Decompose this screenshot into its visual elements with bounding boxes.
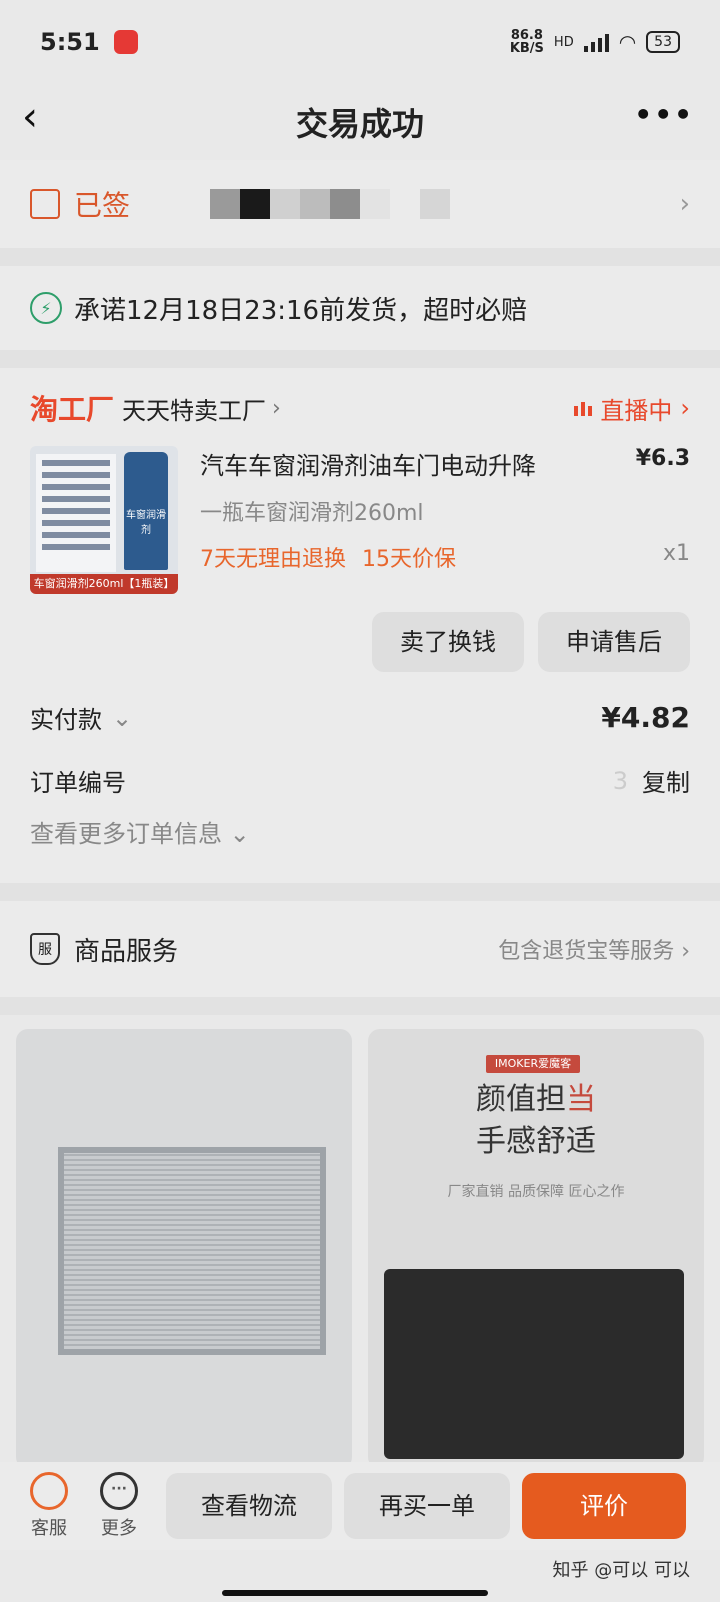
price-protect-badge: 15天价保 — [362, 547, 456, 572]
nav-bar: ‹ 交易成功 ••• — [0, 84, 720, 160]
product-box-image — [384, 1269, 684, 1459]
product-name[interactable]: 汽车车窗润滑剂油车门电动升降 — [200, 446, 636, 481]
customer-service-icon — [30, 1472, 68, 1510]
divider — [0, 883, 720, 901]
live-badge[interactable]: 直播中 › — [574, 391, 690, 426]
chevron-right-icon: › — [679, 189, 690, 219]
hd-indicator: HD — [553, 34, 574, 50]
live-icon — [574, 400, 593, 416]
order-number-tail: 3 — [612, 766, 628, 795]
status-right: 86.8 KB/S HD ◠ 53 — [510, 29, 680, 55]
product-label-sheet — [36, 454, 116, 572]
customer-service-button[interactable]: 客服 — [14, 1472, 84, 1540]
service-title: 商品服务 — [74, 936, 179, 967]
shield-icon: 服 — [30, 933, 60, 965]
payment-row[interactable]: 实付款 ⌄ ¥4.82 — [30, 700, 690, 735]
divider — [0, 248, 720, 266]
after-sale-button[interactable]: 申请售后 — [538, 612, 690, 672]
lightning-icon: ⚡ — [30, 292, 62, 324]
watermark: 知乎 @可以 可以 — [552, 1560, 690, 1581]
ad-subtitle: 厂家直销 品质保障 匠心之作 — [447, 1184, 625, 1200]
service-link[interactable]: 包含退货宝等服务 › — [498, 933, 690, 965]
sell-button[interactable]: 卖了换钱 — [372, 612, 524, 672]
more-dots-icon: ··· — [100, 1472, 138, 1510]
product-thumbnail[interactable]: 车窗润滑剂 车窗润滑剂260ml【1瓶装】 — [30, 446, 178, 594]
rebuy-button[interactable]: 再买一单 — [344, 1473, 510, 1539]
delivery-status: 已签 — [74, 189, 131, 222]
delivery-status-row[interactable]: 已签 › — [0, 160, 720, 248]
product-spec: 一瓶车窗润滑剂260ml — [200, 501, 424, 526]
rec-item-imoker[interactable]: IMOKER爱魔客 颜值担当 手感舒适 厂家直销 品质保障 匠心之作 — [368, 1029, 704, 1469]
signal-icon — [583, 32, 609, 52]
copy-button[interactable]: 复制 — [642, 763, 690, 798]
brand-tag: IMOKER爱魔客 — [486, 1055, 580, 1073]
rec-item-radiator[interactable] — [16, 1029, 352, 1469]
product-item[interactable]: 车窗润滑剂 车窗润滑剂260ml【1瓶装】 汽车车窗润滑剂油车门电动升降 ¥6.… — [30, 446, 690, 594]
order-number-label: 订单编号 — [30, 769, 126, 797]
product-price: ¥6.3 — [635, 446, 690, 471]
shop-name[interactable]: 天天特卖工厂 — [122, 391, 266, 426]
divider — [0, 350, 720, 368]
more-order-info[interactable]: 查看更多订单信息 ⌄ — [30, 814, 690, 873]
back-icon[interactable]: ‹ — [22, 94, 38, 140]
blurred-address — [210, 189, 451, 219]
product-quantity: x1 — [662, 541, 690, 566]
spray-can-image: 车窗润滑剂 — [124, 452, 168, 570]
chevron-down-icon: ⌄ — [229, 820, 250, 848]
more-button[interactable]: ··· 更多 — [84, 1472, 154, 1540]
order-card: 淘工厂 天天特卖工厂 › 直播中 › 车窗润滑剂 车窗润滑剂260ml【1瓶装】… — [0, 368, 720, 883]
battery-icon: 53 — [646, 31, 680, 53]
package-icon — [30, 189, 60, 219]
notification-app-icon — [113, 30, 138, 54]
network-speed: 86.8 KB/S — [509, 28, 544, 56]
more-icon[interactable]: ••• — [634, 98, 694, 131]
home-indicator — [222, 1590, 488, 1596]
product-service-row[interactable]: 服 商品服务 包含退货宝等服务 › — [0, 901, 720, 997]
return-badge: 7天无理由退换 — [200, 547, 346, 572]
review-button[interactable]: 评价 — [522, 1473, 686, 1539]
page-title: 交易成功 — [295, 105, 424, 143]
view-logistics-button[interactable]: 查看物流 — [166, 1473, 332, 1539]
ad-slogan: 颜值担当 手感舒适 — [476, 1082, 596, 1159]
order-number-row: 订单编号 3 复制 — [30, 763, 690, 798]
bottom-action-bar: 客服 ··· 更多 查看物流 再买一单 评价 — [0, 1462, 720, 1550]
radiator-image — [58, 1147, 326, 1355]
status-bar: 5:51 86.8 KB/S HD ◠ 53 — [0, 0, 720, 84]
payment-amount: ¥4.82 — [601, 701, 690, 734]
wifi-icon: ◠ — [618, 30, 637, 54]
recommendations: IMOKER爱魔客 颜值担当 手感舒适 厂家直销 品质保障 匠心之作 — [0, 1015, 720, 1483]
thumbnail-tag: 车窗润滑剂260ml【1瓶装】 — [30, 574, 178, 594]
payment-label: 实付款 — [30, 706, 102, 734]
divider — [0, 997, 720, 1015]
chevron-down-icon: ⌄ — [112, 703, 133, 732]
shipping-promise: ⚡ 承诺12月18日23:16前发货，超时必赔 — [0, 266, 720, 350]
status-time: 5:51 — [40, 28, 100, 56]
chevron-right-icon: › — [272, 395, 281, 421]
shop-logo: 淘工厂 — [30, 393, 115, 426]
promise-text: 承诺12月18日23:16前发货，超时必赔 — [74, 295, 528, 326]
